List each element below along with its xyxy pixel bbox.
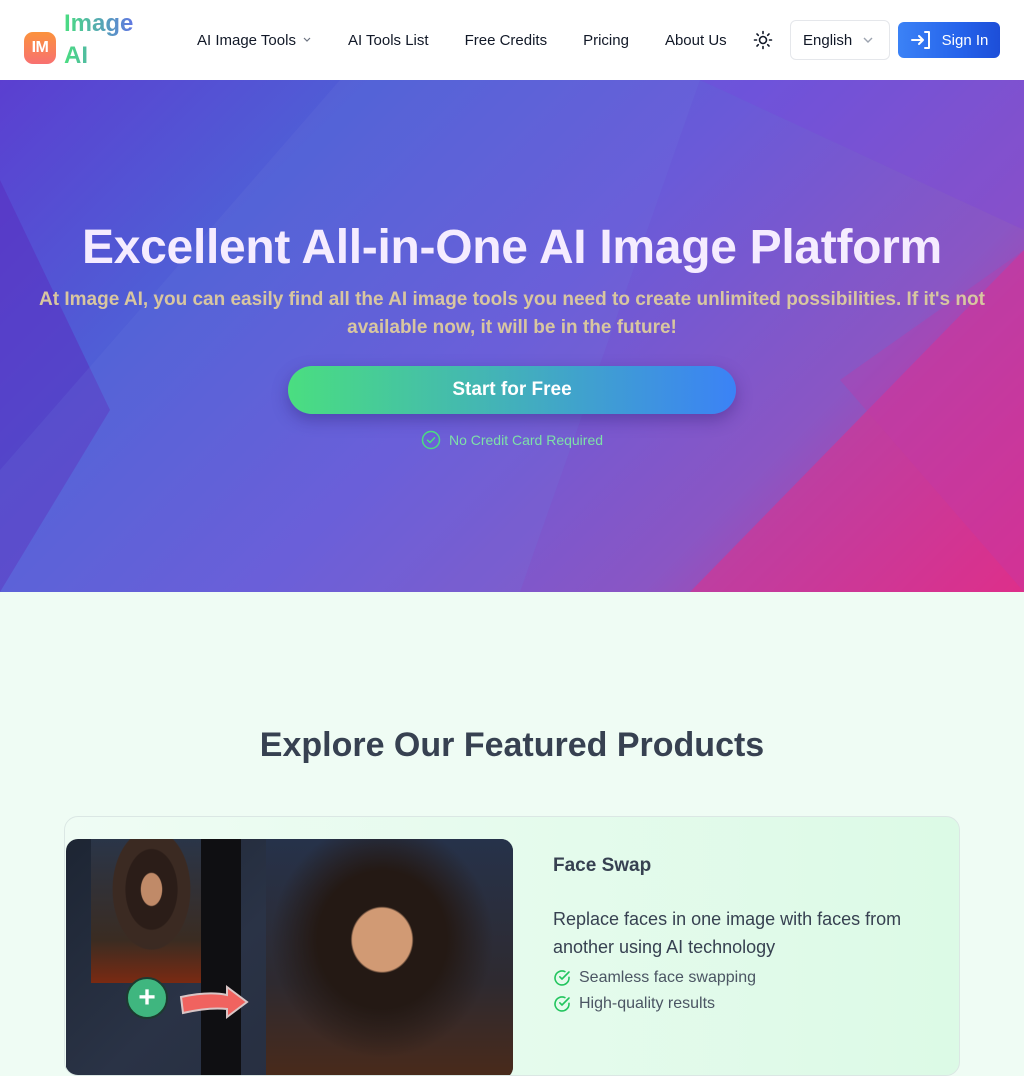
check-circle-icon — [554, 996, 570, 1012]
feature-item: High-quality results — [553, 995, 933, 1013]
nav-label: Free Credits — [464, 31, 548, 49]
nav-label: About Us — [664, 31, 727, 49]
plus-icon: + — [126, 977, 168, 1019]
nav-ai-tools-list[interactable]: AI Tools List — [348, 32, 429, 49]
chevron-down-icon — [302, 34, 312, 47]
nav-label: Pricing — [583, 31, 629, 49]
hero-title: Excellent All-in-One AI Image Platform — [82, 221, 942, 274]
sign-in-label: Sign In — [941, 31, 989, 49]
language-value: English — [803, 31, 853, 49]
sign-in-icon — [910, 31, 930, 49]
logo-badge: IM — [24, 32, 56, 64]
product-description: Replace faces in one image with faces fr… — [553, 909, 902, 957]
sign-in-button[interactable]: Sign In — [898, 22, 1000, 58]
logo-text: Image AI — [64, 8, 144, 72]
arrow-right-icon — [179, 985, 249, 1019]
site-header: IM Image AI AI Image Tools AI Tools List… — [0, 0, 1024, 80]
sun-icon — [753, 30, 773, 50]
face-swap-preview-image: + — [66, 839, 513, 1075]
nav-label: AI Tools List — [347, 31, 429, 49]
feature-text: Seamless face swapping — [579, 969, 756, 986]
main-nav: AI Image Tools AI Tools List Free Credit… — [197, 0, 763, 80]
chevron-down-icon — [861, 33, 875, 51]
nav-ai-image-tools[interactable]: AI Image Tools — [197, 32, 312, 49]
source-face-thumbnail — [91, 839, 201, 983]
no-credit-card-text: No Credit Card Required — [448, 432, 604, 448]
theme-toggle-button[interactable] — [750, 27, 776, 53]
hero-subtitle: At Image AI, you can easily find all the… — [39, 289, 985, 338]
product-info: Face Swap Replace faces in one image wit… — [553, 855, 933, 1013]
hero-section: Excellent All-in-One AI Image Platform A… — [0, 80, 1024, 592]
swapped-face-result — [266, 839, 513, 1075]
feature-item: Seamless face swapping — [553, 969, 933, 987]
feature-text: High-quality results — [579, 995, 716, 1012]
nav-label: AI Image Tools — [197, 31, 296, 49]
no-credit-card-note: No Credit Card Required — [0, 430, 1024, 450]
nav-about-us[interactable]: About Us — [665, 32, 727, 49]
start-for-free-button[interactable]: Start for Free — [288, 366, 736, 414]
nav-free-credits[interactable]: Free Credits — [465, 32, 548, 49]
check-circle-icon — [554, 970, 570, 986]
nav-pricing[interactable]: Pricing — [583, 32, 629, 49]
logo[interactable]: IM Image AI — [24, 8, 144, 72]
language-select[interactable]: English — [790, 20, 890, 60]
product-name: Face Swap — [553, 855, 652, 876]
product-card-face-swap[interactable]: + Face Swap Replace faces in one image w… — [64, 816, 960, 1076]
featured-products-title: Explore Our Featured Products — [259, 726, 765, 764]
check-circle-icon — [421, 430, 441, 450]
image-divider — [201, 839, 241, 1075]
